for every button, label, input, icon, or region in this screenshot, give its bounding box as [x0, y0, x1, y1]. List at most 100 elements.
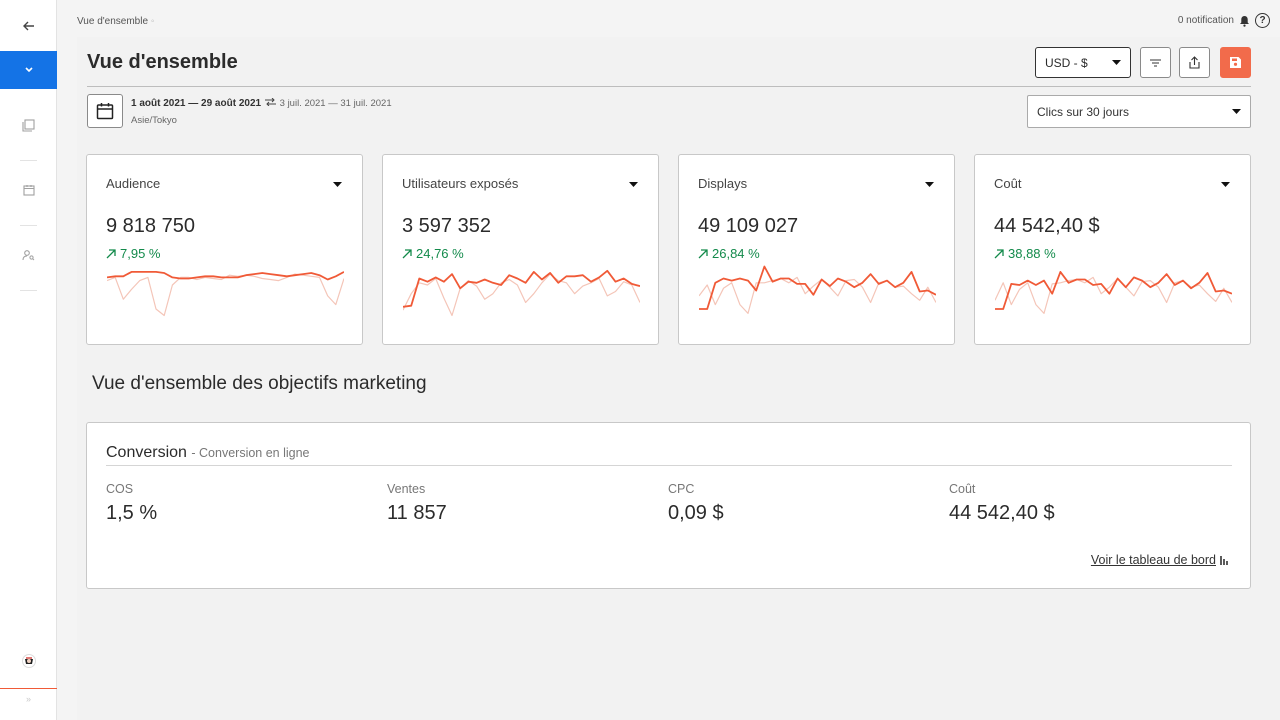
trend-up-icon: [106, 248, 116, 258]
caret-down-icon: [1232, 109, 1241, 114]
breadcrumb-item[interactable]: Vue d'ensemble: [77, 16, 148, 27]
copy-icon: [22, 118, 35, 132]
user-search-icon: [22, 250, 35, 261]
timezone-label: Asie/Tokyo: [131, 115, 177, 126]
trend-up-icon: [402, 248, 412, 258]
sparkline-current-period: [699, 265, 936, 310]
caret-down-icon: [1112, 60, 1121, 65]
metric-value: 0,09 $: [668, 502, 724, 524]
back-button[interactable]: [0, 10, 57, 42]
kpi-delta-value: 7,95 %: [120, 246, 161, 261]
kpi-card-audience[interactable]: Audience 9 818 750 7,95 %: [86, 154, 363, 345]
kpi-sparkline: [403, 269, 640, 317]
breadcrumb: Vue d'ensemble ◦: [77, 16, 154, 27]
metric-cost: Coût 44 542,40 $: [949, 482, 1055, 525]
kpi-label: Utilisateurs exposés: [402, 176, 519, 191]
currency-value: USD - $: [1045, 55, 1088, 70]
kpi-label: Displays: [698, 176, 748, 191]
compare-arrows-icon: [264, 97, 276, 107]
metric-value: 44 542,40 $: [949, 502, 1055, 524]
date-range[interactable]: 1 août 2021 — 29 août 2021 3 juil. 2021 …: [131, 97, 392, 109]
caret-down-icon[interactable]: [1221, 182, 1230, 187]
conversion-header: Conversion - Conversion en ligne: [106, 444, 310, 462]
kpi-delta: 24,76 %: [402, 246, 464, 261]
kpi-delta: 38,88 %: [994, 246, 1056, 261]
kpi-delta-value: 26,84 %: [712, 246, 760, 261]
metric-label: Ventes: [387, 482, 426, 496]
sidebar-divider: [20, 160, 37, 161]
save-icon: [1230, 57, 1241, 68]
trend-up-icon: [994, 248, 1004, 258]
kpi-value: 49 109 027: [698, 215, 799, 237]
metric-label: COS: [106, 482, 134, 496]
kpi-value: 44 542,40 $: [994, 215, 1100, 237]
period-select[interactable]: Clics sur 30 jours: [1027, 95, 1251, 128]
kpi-card-displays[interactable]: Displays 49 109 027 26,84 %: [678, 154, 955, 345]
sidebar-bottom-accent: [0, 688, 57, 689]
metric-label: CPC: [668, 482, 695, 496]
date-range-compare: 3 juil. 2021 — 31 juil. 2021: [279, 98, 392, 109]
kpi-sparkline: [107, 270, 344, 317]
kpi-card-cost[interactable]: Coût 44 542,40 $ 38,88 %: [974, 154, 1251, 345]
bell-icon[interactable]: [1239, 15, 1250, 27]
section-title: Vue d'ensemble des objectifs marketing: [92, 373, 427, 394]
trend-up-icon: [698, 248, 708, 258]
kpi-label: Audience: [106, 176, 161, 191]
date-picker-button[interactable]: [87, 94, 123, 128]
kpi-delta-value: 38,88 %: [1008, 246, 1056, 261]
breadcrumb-separator: ◦: [150, 16, 155, 27]
kpi-card-exposed-users[interactable]: Utilisateurs exposés 3 597 352 24,76 %: [382, 154, 659, 345]
metric-cpc: CPC 0,09 $: [668, 482, 724, 525]
calendar-icon: [22, 185, 35, 196]
date-range-primary: 1 août 2021 — 29 août 2021: [131, 98, 262, 109]
sidebar: »: [0, 0, 57, 720]
metric-cos: COS 1,5 %: [106, 482, 157, 525]
conversion-divider: [106, 465, 1232, 466]
conversion-title: Conversion: [106, 444, 187, 461]
main-content: Vue d'ensemble USD - $ 1 août 2021 — 29 …: [77, 37, 1280, 720]
sidebar-item-pages[interactable]: [0, 110, 57, 140]
sparkline-previous-period: [107, 273, 344, 317]
conversion-card: Conversion - Conversion en ligne COS 1,5…: [86, 422, 1251, 589]
filter-button[interactable]: [1140, 47, 1171, 78]
arrow-left-icon: [22, 21, 34, 31]
sidebar-divider: [20, 290, 37, 291]
caret-down-icon[interactable]: [333, 182, 342, 187]
notification-area: 0 notification ?: [1178, 13, 1270, 28]
header-divider: [87, 86, 1251, 87]
sidebar-item-calendar[interactable]: [0, 175, 57, 205]
caret-down-icon[interactable]: [925, 182, 934, 187]
sidebar-item-audiences[interactable]: [0, 240, 57, 270]
currency-select[interactable]: USD - $: [1035, 47, 1131, 78]
kpi-value: 9 818 750: [106, 215, 195, 237]
avatar-icon: [21, 654, 36, 668]
share-icon: [1189, 56, 1200, 69]
kpi-delta-value: 24,76 %: [416, 246, 464, 261]
sparkline-previous-period: [699, 276, 936, 315]
caret-down-icon[interactable]: [629, 182, 638, 187]
kpi-delta: 26,84 %: [698, 246, 760, 261]
dashboard-link-label: Voir le tableau de bord: [1090, 553, 1216, 567]
kpi-sparkline: [699, 265, 936, 315]
kpi-sparkline: [995, 270, 1232, 315]
bar-chart-icon: [1220, 556, 1228, 565]
filter-icon: [1150, 58, 1161, 67]
save-button[interactable]: [1220, 47, 1251, 78]
kpi-value: 3 597 352: [402, 215, 491, 237]
expand-sidebar-button[interactable]: »: [0, 694, 57, 704]
notification-count[interactable]: 0 notification: [1178, 15, 1234, 26]
metric-sales: Ventes 11 857: [387, 482, 447, 525]
user-avatar[interactable]: [0, 650, 57, 672]
sidebar-menu-toggle[interactable]: [0, 51, 57, 89]
sidebar-divider: [20, 225, 37, 226]
metric-value: 11 857: [387, 502, 447, 524]
dashboard-link[interactable]: Voir le tableau de bord: [1091, 553, 1229, 567]
share-button[interactable]: [1179, 47, 1210, 78]
page-title: Vue d'ensemble: [87, 51, 238, 73]
help-icon[interactable]: ?: [1255, 13, 1270, 28]
metric-label: Coût: [949, 482, 976, 496]
period-value: Clics sur 30 jours: [1037, 104, 1130, 119]
kpi-label: Coût: [994, 176, 1022, 191]
kpi-delta: 7,95 %: [106, 246, 160, 261]
calendar-icon: [96, 103, 114, 120]
